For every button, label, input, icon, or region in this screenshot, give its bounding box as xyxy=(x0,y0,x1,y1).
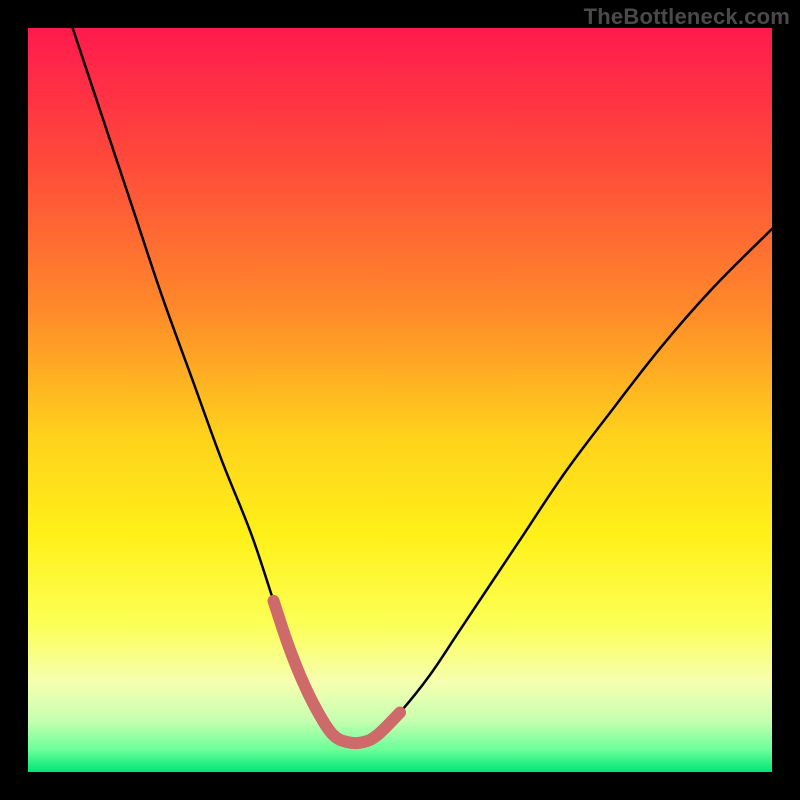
near-zero-highlight xyxy=(274,601,400,743)
chart-frame: TheBottleneck.com xyxy=(0,0,800,800)
curve-layer xyxy=(28,28,772,772)
bottleneck-curve xyxy=(73,28,772,743)
watermark-text: TheBottleneck.com xyxy=(584,4,790,30)
plot-area xyxy=(28,28,772,772)
